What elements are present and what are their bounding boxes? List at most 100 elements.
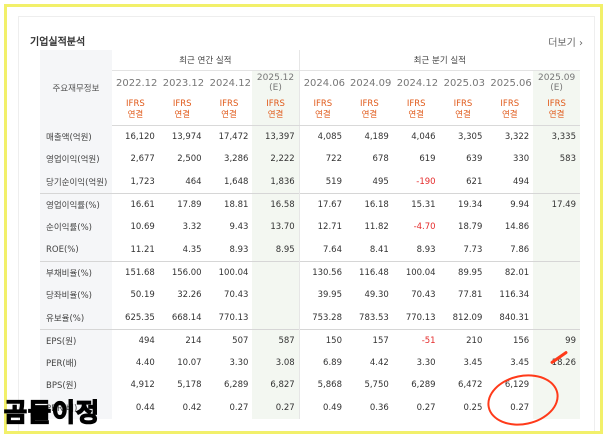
period-row: 2022.12 2023.12 2024.12 2025.12 (E) 2024.06 20… xyxy=(40,70,580,96)
consolidated-label: 연결 xyxy=(455,110,471,120)
value-cell: 0.49 xyxy=(298,396,346,419)
table-row: 부채비율(%) 151.68 156.00 100.04 130.56 116.48 100… xyxy=(40,260,580,285)
period-label: 2022.12 xyxy=(116,77,158,89)
value-cell xyxy=(533,170,580,194)
value-cell: 116.48 xyxy=(345,260,393,285)
value-cell: 3.08 xyxy=(252,351,300,375)
consolidated-label: 연결 xyxy=(501,110,518,120)
value-cell: 8.93 xyxy=(416,244,436,255)
period-header: 2022.12 xyxy=(112,71,159,96)
value-cell: 753.28 xyxy=(298,306,346,330)
section-title: 기업실적분석 xyxy=(30,37,86,48)
value-cell xyxy=(533,216,580,239)
value-cell: 17.89 xyxy=(158,192,206,217)
value-cell: 4,085 xyxy=(298,125,346,149)
ifrs-label: IFRS xyxy=(266,99,285,109)
ifrs-label: IFRS xyxy=(360,99,379,109)
consolidated-label: 연결 xyxy=(548,110,565,120)
value-cell: 783.53 xyxy=(359,312,389,323)
value-cell xyxy=(252,260,300,285)
value-cell xyxy=(533,238,580,262)
value-cell: 0.25 xyxy=(463,402,483,413)
group-annual: 최근 연간 실적 xyxy=(112,50,300,71)
value-cell: 625.35 xyxy=(125,312,155,323)
value-cell: 19.34 xyxy=(439,192,487,217)
value-cell: 16,120 xyxy=(125,132,155,143)
ifrs-badge: IFRS 연결 xyxy=(298,95,346,126)
value-cell: 464 xyxy=(185,176,202,187)
value-cell: 0.27 xyxy=(416,402,436,413)
table-row: ROE(%) 11.21 4.35 8.93 8.95 7.64 8.41 8.93 7.73 7… xyxy=(40,238,580,262)
value-cell: 82.01 xyxy=(486,260,534,285)
value-cell: 6,289 xyxy=(411,380,436,391)
value-cell: 587 xyxy=(252,328,300,352)
ifrs-badge: IFRS 연결 xyxy=(205,95,253,126)
value-cell: 70.43 xyxy=(411,290,436,301)
value-cell: 11.82 xyxy=(364,222,389,233)
value-cell: 70.43 xyxy=(224,290,249,301)
more-link[interactable]: 더보기 › xyxy=(548,34,583,49)
consolidated-label: 연결 xyxy=(361,110,378,120)
value-cell: 13,974 xyxy=(171,132,202,143)
value-cell: 8.93 xyxy=(229,244,249,255)
value-cell: 18.26 xyxy=(533,351,580,375)
value-cell: 330 xyxy=(512,154,530,165)
value-cell: 4,912 xyxy=(130,380,155,391)
value-cell: -4.70 xyxy=(413,222,436,233)
value-cell: 507 xyxy=(205,328,253,352)
value-cell: 49.30 xyxy=(364,290,389,301)
ifrs-badge: IFRS 연결 xyxy=(252,95,300,126)
value-cell: 7.86 xyxy=(510,244,530,255)
value-cell: 16.58 xyxy=(252,192,300,217)
value-cell: 156 xyxy=(486,328,534,352)
value-cell: 1,836 xyxy=(252,170,300,194)
value-cell: 8.95 xyxy=(252,238,300,262)
value-cell: 668.14 xyxy=(171,312,202,323)
value-cell: 0.27 xyxy=(252,396,300,419)
value-cell: 32.26 xyxy=(177,290,202,301)
value-cell: 7.64 xyxy=(298,238,346,262)
value-cell: 6.89 xyxy=(298,351,346,375)
value-cell: 11.21 xyxy=(130,244,155,255)
value-cell: 17.49 xyxy=(533,192,580,217)
value-cell: 621 xyxy=(466,176,483,187)
value-cell: 4.40 xyxy=(135,358,155,369)
value-cell: -51 xyxy=(392,328,440,352)
value-cell: 770.13 xyxy=(405,312,436,323)
group-header-row: 주요재무정보 최근 연간 실적 최근 분기 실적 xyxy=(40,50,580,126)
table-row: 매출액(억원) 16,120 13,974 17,472 13,397 4,085 4,18… xyxy=(40,125,580,149)
period-header: 2024.06 xyxy=(298,70,346,95)
value-cell: 0.44 xyxy=(135,402,155,413)
row-label: 영업이익률(%) xyxy=(40,192,112,217)
value-cell: 3.30 xyxy=(416,358,436,369)
value-cell: 14.86 xyxy=(504,222,530,233)
value-cell: 89.95 xyxy=(439,260,487,285)
more-label: 더보기 xyxy=(548,38,576,49)
period-header: 2023.12 xyxy=(159,71,206,96)
period-label: 2024.12 xyxy=(396,77,439,89)
period-label: 2024.12 xyxy=(209,77,251,89)
value-cell: 18.79 xyxy=(458,222,483,233)
value-cell: 156.00 xyxy=(158,260,206,285)
period-label: 2023.12 xyxy=(162,77,205,89)
value-cell: 0.42 xyxy=(182,402,202,413)
table-row: PER(배) 4.40 10.07 3.30 3.08 6.89 4.42 3.30 3.45 3… xyxy=(40,351,580,375)
value-cell: 3,305 xyxy=(458,132,483,143)
value-cell: 15.31 xyxy=(392,192,440,217)
ifrs-badge: IFRS 연결 xyxy=(486,95,534,126)
ifrs-label: IFRS xyxy=(547,99,566,109)
row-label: 유보율(%) xyxy=(40,306,112,330)
value-cell: 495 xyxy=(372,176,389,187)
value-cell: 39.95 xyxy=(298,284,346,307)
value-cell: 10.07 xyxy=(177,358,202,369)
value-cell: 77.81 xyxy=(458,290,483,301)
ifrs-label: IFRS xyxy=(219,99,239,109)
consolidated-label: 연결 xyxy=(221,110,237,120)
value-cell xyxy=(533,284,580,307)
ifrs-row: IFRS 연결 IFRS 연결 IFRS 연결 IFRS 연결 IFRS 연결 IFRS 연결 IFRS… xyxy=(40,95,580,126)
consolidated-label: 연결 xyxy=(127,110,144,120)
row-label: 부채비율(%) xyxy=(40,260,112,285)
value-cell: -190 xyxy=(416,176,436,187)
value-cell: 0.27 xyxy=(229,402,249,413)
value-cell: 9.94 xyxy=(486,192,534,217)
